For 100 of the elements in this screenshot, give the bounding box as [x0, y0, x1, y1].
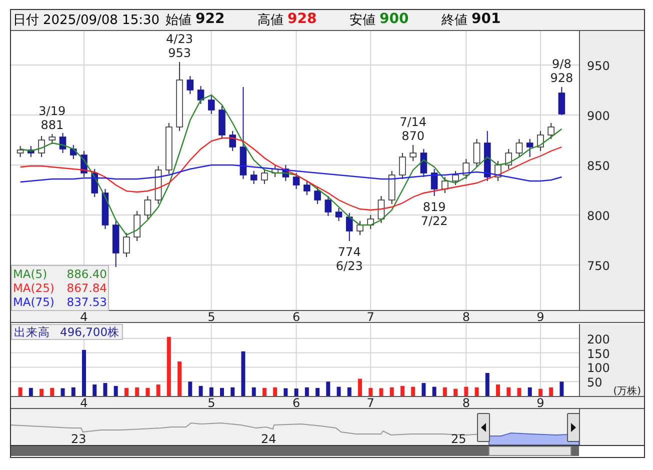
candlestick — [38, 136, 45, 158]
month-label: 7 — [366, 310, 374, 324]
volume-bar — [103, 383, 108, 396]
volume-bar — [316, 388, 320, 396]
volume-bar — [336, 386, 341, 396]
candlestick — [388, 170, 396, 204]
volume-bar — [347, 387, 352, 396]
candlestick — [70, 144, 77, 160]
axis-tick-label: 100 — [587, 361, 610, 376]
price-value: 900 — [380, 11, 409, 29]
candlestick — [367, 214, 374, 230]
year-label: 23 — [71, 432, 86, 446]
volume-bar — [82, 350, 86, 396]
axis-tick-label: 200 — [587, 332, 610, 346]
candlestick — [526, 138, 534, 158]
year-label: 25 — [451, 432, 466, 446]
month-label: 5 — [208, 310, 216, 324]
candlestick — [430, 168, 438, 196]
axis-tick-label: 950 — [587, 59, 610, 73]
candlestick — [399, 152, 406, 180]
month-label: 8 — [462, 310, 470, 324]
volume-bar — [50, 388, 54, 396]
price-label: 終値 — [442, 12, 468, 29]
volume-bar — [241, 351, 246, 396]
volume-label: 出来高 — [14, 325, 50, 339]
annotation-label: 819 7/22 — [420, 200, 448, 228]
annotation-label: 4/23 953 — [166, 32, 194, 60]
volume-bar — [400, 386, 404, 396]
volume-bar — [454, 388, 458, 396]
candlestick — [261, 168, 268, 184]
candlestick — [59, 132, 66, 154]
price-label: 始値 — [166, 12, 192, 29]
candlestick — [282, 164, 290, 182]
volume-bar — [146, 388, 150, 396]
candlestick — [80, 150, 88, 178]
range-handle[interactable] — [567, 413, 580, 442]
candlestick — [484, 130, 491, 182]
volume-bar — [220, 388, 224, 396]
annotation-label: 7/14 870 — [400, 115, 427, 143]
candlestick — [335, 208, 342, 222]
candlestick — [324, 196, 332, 216]
candlestick — [16, 146, 24, 158]
month-label: 5 — [208, 396, 216, 409]
price-label: 高値 — [258, 12, 284, 29]
price-value: 922 — [196, 11, 225, 29]
candlestick — [420, 148, 428, 178]
month-label: 8 — [462, 396, 470, 409]
volume-bar — [485, 372, 490, 396]
legend-value: 867.84 — [66, 281, 107, 295]
volume-bar — [284, 388, 288, 396]
month-label: 6 — [292, 396, 300, 409]
volume-bar — [538, 388, 542, 396]
scrollbar-thumb[interactable] — [488, 446, 572, 456]
candlestick — [442, 176, 448, 194]
candlestick — [346, 212, 353, 242]
volume-bar — [422, 383, 426, 396]
candlestick — [154, 166, 162, 204]
candlestick — [410, 144, 416, 162]
volume-bar — [326, 382, 330, 396]
axis-tick-label: 900 — [587, 109, 610, 123]
candlestick — [123, 232, 130, 258]
candlestick — [314, 186, 321, 204]
candlestick — [250, 170, 258, 184]
candlestick — [208, 96, 215, 114]
price-value: 928 — [288, 11, 317, 29]
month-label: 4 — [80, 396, 88, 409]
candlestick — [505, 148, 512, 170]
volume-bar — [442, 387, 447, 396]
candlestick — [558, 86, 566, 116]
legend-label: MA(25) — [13, 281, 54, 295]
volume-bar — [209, 387, 214, 396]
volume-bar — [40, 388, 44, 396]
volume-bar — [124, 388, 128, 396]
volume-bar — [464, 386, 468, 396]
candlestick — [28, 146, 34, 158]
unit-label: (万株) — [613, 386, 641, 397]
candlestick — [304, 180, 310, 196]
candlestick — [378, 196, 385, 224]
volume-total: 496,700株 — [60, 325, 120, 339]
axis-tick-label: 850 — [587, 159, 610, 173]
month-label: 9 — [536, 396, 544, 409]
volume-bar — [379, 388, 384, 396]
volume-bar — [506, 387, 511, 396]
volume-bar — [549, 387, 554, 396]
year-label: 24 — [261, 432, 276, 446]
volume-bar — [358, 378, 362, 396]
axis-tick-label: 750 — [587, 259, 610, 273]
candlestick — [186, 76, 194, 94]
range-handle[interactable] — [477, 413, 490, 442]
volume-bar — [304, 387, 309, 396]
candlestick — [229, 130, 236, 152]
axis-tick-label: 150 — [587, 346, 610, 361]
candlestick — [356, 220, 364, 236]
axis-tick-label: 50 — [587, 376, 602, 390]
volume-bar — [178, 361, 182, 396]
price-label: 安値 — [350, 12, 376, 29]
volume-bar — [528, 387, 532, 396]
volume-bar — [198, 386, 203, 396]
volume-bar — [273, 387, 278, 396]
month-label: 9 — [536, 310, 544, 324]
